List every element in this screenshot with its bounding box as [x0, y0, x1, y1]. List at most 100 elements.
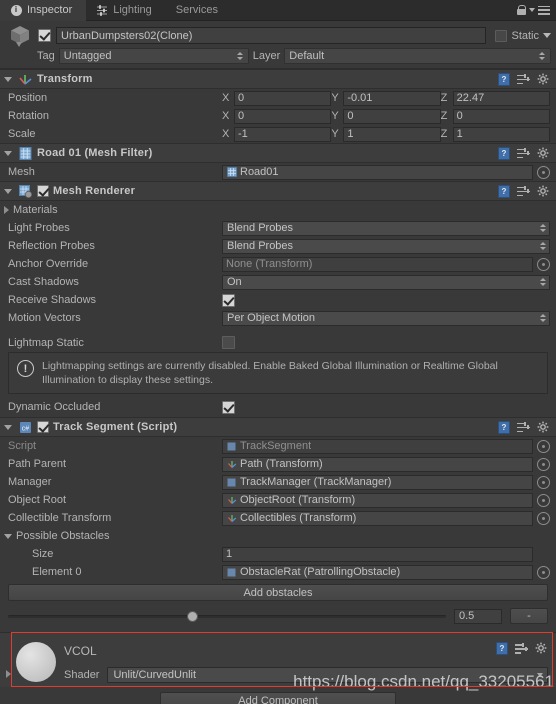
- dynamic-occluded-checkbox[interactable]: [222, 400, 235, 414]
- foldout-material-icon[interactable]: [2, 668, 14, 680]
- track-segment-enabled-checkbox[interactable]: [37, 421, 49, 433]
- help-icon[interactable]: ?: [498, 146, 510, 160]
- scale-z-input[interactable]: 1: [452, 126, 550, 142]
- collectible-transform-value: Collectibles (Transform): [240, 512, 357, 524]
- preset-icon[interactable]: [517, 73, 530, 85]
- obstacle-slider-track[interactable]: [8, 610, 446, 622]
- position-x-input[interactable]: 0: [234, 90, 332, 106]
- updown-arrows-icon: [540, 224, 546, 232]
- receive-shadows-checkbox[interactable]: [222, 293, 235, 307]
- add-component-button[interactable]: Add Component: [160, 692, 396, 704]
- cast-shadows-dropdown[interactable]: On: [222, 274, 550, 290]
- foldout-materials-icon[interactable]: [4, 206, 9, 214]
- materials-foldout-row[interactable]: Materials: [0, 201, 556, 219]
- gameobject-enabled-checkbox[interactable]: [38, 29, 51, 42]
- chevron-down-icon[interactable]: [529, 8, 535, 12]
- collectible-transform-row: Collectible Transform Collectibles (Tran…: [0, 509, 556, 527]
- help-icon[interactable]: ?: [498, 184, 510, 198]
- gameobject-name-input[interactable]: UrbanDumpsters02(Clone): [56, 27, 487, 44]
- array-size-input[interactable]: 1: [222, 546, 533, 562]
- array-element-0-object-field[interactable]: ObstacleRat (PatrollingObstacle): [222, 564, 533, 580]
- component-title-mesh-renderer: Mesh Renderer: [53, 185, 136, 197]
- gear-icon[interactable]: [537, 185, 550, 198]
- reflection-probes-dropdown[interactable]: Blend Probes: [222, 238, 550, 254]
- help-icon[interactable]: ?: [498, 420, 510, 434]
- preset-icon[interactable]: [517, 185, 530, 197]
- possible-obstacles-label: Possible Obstacles: [16, 530, 110, 542]
- tab-lighting[interactable]: Lighting: [86, 0, 166, 20]
- scale-x-input[interactable]: -1: [234, 126, 332, 142]
- path-parent-picker-button[interactable]: [537, 457, 550, 471]
- mesh-object-field[interactable]: Road01: [222, 164, 533, 180]
- preset-icon[interactable]: [517, 147, 530, 159]
- component-header-track-segment[interactable]: c# Track Segment (Script) ?: [0, 417, 556, 437]
- foldout-track-segment-icon[interactable]: [2, 421, 14, 433]
- gear-icon[interactable]: [537, 73, 550, 86]
- tab-services[interactable]: Services: [166, 0, 232, 20]
- add-obstacles-button[interactable]: Add obstacles: [8, 584, 548, 601]
- layer-dropdown[interactable]: Default: [284, 48, 551, 64]
- position-z-input[interactable]: 22.47: [452, 90, 550, 106]
- collectible-transform-object-field[interactable]: Collectibles (Transform): [222, 510, 533, 526]
- gear-icon[interactable]: [537, 147, 550, 160]
- reflection-probes-label: Reflection Probes: [8, 240, 95, 252]
- possible-obstacles-foldout-row[interactable]: Possible Obstacles: [0, 527, 556, 545]
- manager-object-field[interactable]: TrackManager (TrackManager): [222, 474, 533, 490]
- svg-text:c#: c#: [22, 425, 30, 432]
- foldout-mesh-renderer-icon[interactable]: [2, 185, 14, 197]
- script-object-field: TrackSegment: [222, 438, 533, 454]
- mesh-value: Road01: [240, 166, 279, 178]
- gear-icon[interactable]: [537, 421, 550, 434]
- foldout-mesh-filter-icon[interactable]: [2, 147, 14, 159]
- anchor-override-value: None (Transform): [226, 258, 313, 270]
- preset-icon[interactable]: [517, 421, 530, 433]
- tab-inspector[interactable]: i Inspector: [0, 0, 87, 21]
- foldout-transform-icon[interactable]: [2, 73, 14, 85]
- manager-picker-button[interactable]: [537, 475, 550, 489]
- axis-x-label: X: [222, 128, 230, 140]
- motion-vectors-dropdown[interactable]: Per Object Motion: [222, 310, 550, 326]
- rotation-y-input[interactable]: 0: [343, 108, 441, 124]
- lock-icon[interactable]: [516, 4, 526, 16]
- component-header-mesh-filter[interactable]: Road 01 (Mesh Filter) ?: [0, 143, 556, 163]
- object-root-picker-button[interactable]: [537, 493, 550, 507]
- lightmap-static-checkbox[interactable]: [222, 336, 235, 349]
- foldout-possible-obstacles-icon[interactable]: [4, 533, 12, 539]
- anchor-override-picker-button[interactable]: [537, 257, 550, 271]
- anchor-override-object-field[interactable]: None (Transform): [222, 256, 533, 272]
- collectible-transform-picker-button[interactable]: [537, 511, 550, 525]
- dynamic-occluded-row: Dynamic Occluded: [0, 397, 556, 417]
- path-parent-object-field[interactable]: Path (Transform): [222, 456, 533, 472]
- minus-label: -: [527, 610, 531, 622]
- help-icon[interactable]: ?: [496, 642, 508, 655]
- component-header-mesh-renderer[interactable]: Mesh Renderer ?: [0, 181, 556, 201]
- help-icon[interactable]: ?: [498, 72, 510, 86]
- gear-icon[interactable]: [535, 642, 548, 655]
- mesh-renderer-enabled-checkbox[interactable]: [37, 185, 49, 197]
- obstacle-slider-value-input[interactable]: 0.5: [454, 608, 502, 624]
- scale-y-input[interactable]: 1: [343, 126, 441, 142]
- static-checkbox[interactable]: [495, 29, 508, 42]
- component-header-transform[interactable]: Transform ?: [0, 69, 556, 89]
- rotation-x-input[interactable]: 0: [234, 108, 332, 124]
- position-y-input[interactable]: -0.01: [343, 90, 441, 106]
- updown-arrows-icon: [236, 51, 244, 61]
- axis-y-label: Y: [331, 92, 339, 104]
- script-value: TrackSegment: [240, 440, 312, 452]
- axis-y-label: Y: [331, 128, 339, 140]
- rotation-z-input[interactable]: 0: [452, 108, 550, 124]
- tab-bar: i Inspector Lighting Services: [0, 0, 556, 21]
- script-row: Script TrackSegment: [0, 437, 556, 455]
- tag-dropdown[interactable]: Untagged: [58, 48, 249, 64]
- mesh-picker-button[interactable]: [537, 165, 550, 179]
- light-probes-dropdown[interactable]: Blend Probes: [222, 220, 550, 236]
- object-root-object-field[interactable]: ObjectRoot (Transform): [222, 492, 533, 508]
- array-element-0-picker-button[interactable]: [537, 565, 550, 579]
- obstacle-slider-knob[interactable]: [186, 610, 198, 622]
- remove-obstacle-button[interactable]: -: [510, 608, 548, 624]
- preset-icon[interactable]: [515, 643, 528, 654]
- script-picker-button[interactable]: [537, 439, 550, 453]
- hamburger-menu-icon[interactable]: [538, 5, 550, 15]
- component-title-transform: Transform: [37, 73, 93, 85]
- static-dropdown-chevron-icon[interactable]: [543, 33, 551, 38]
